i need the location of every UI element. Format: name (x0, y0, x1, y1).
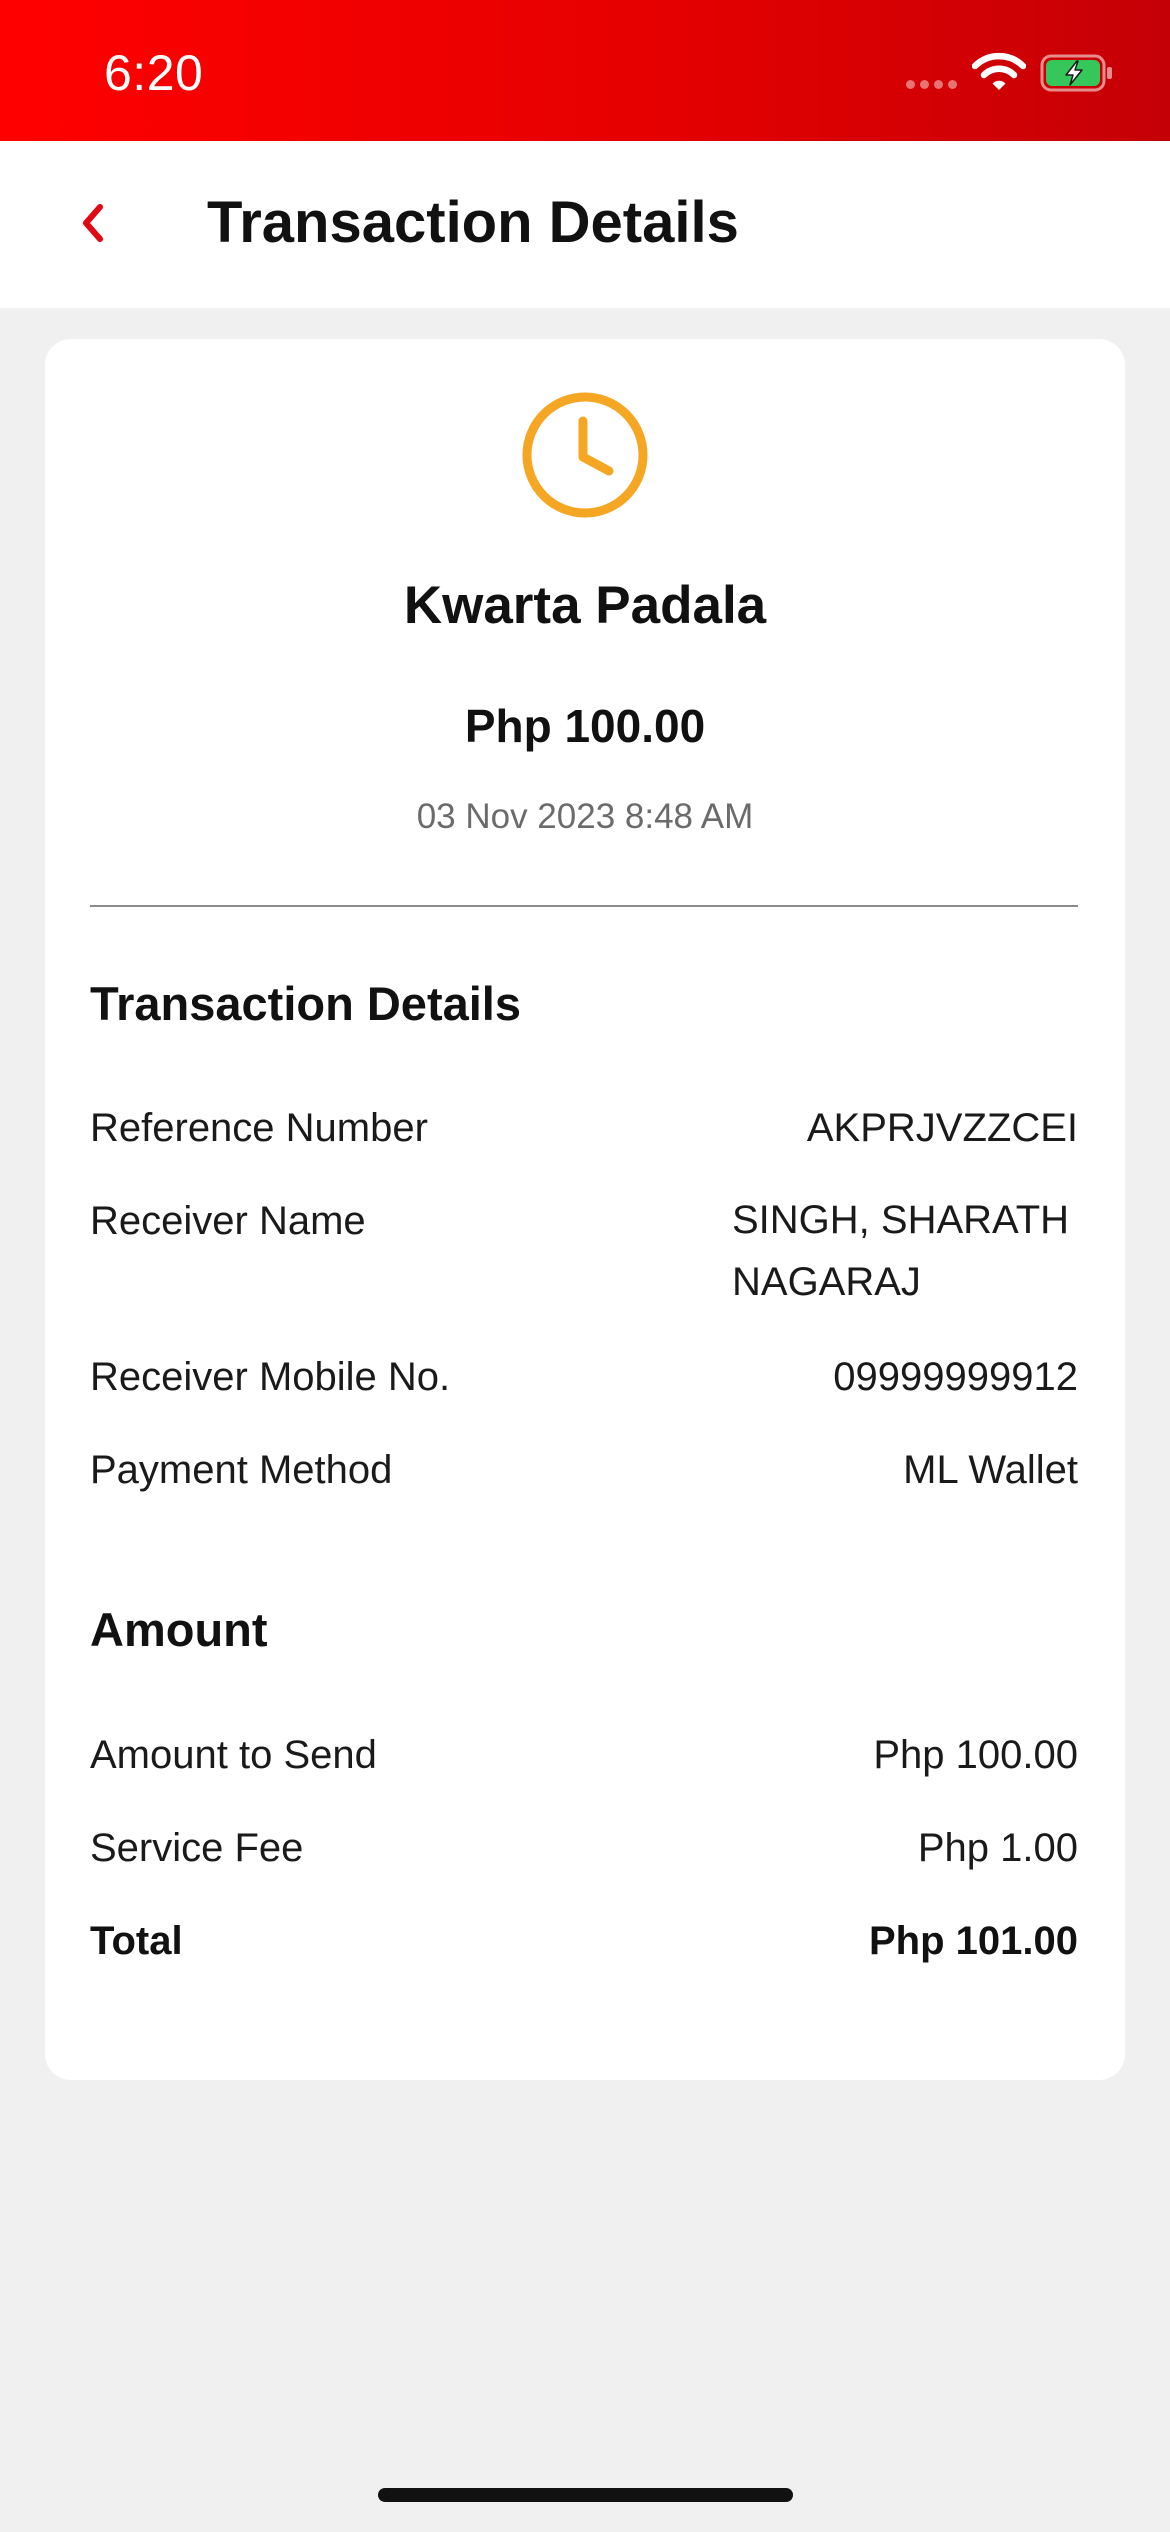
payment-method-label: Payment Method (90, 1448, 393, 1492)
status-bar: 6:20 (0, 0, 1170, 141)
chevron-left-icon (83, 204, 103, 242)
clock-icon (522, 392, 648, 518)
reference-number-value: AKPRJVZZCEI (806, 1106, 1078, 1150)
transaction-details-heading: Transaction Details (90, 977, 521, 1030)
signal-dots-icon (906, 80, 958, 90)
navigation-header: Transaction Details (0, 141, 1170, 308)
battery-charging-icon (1040, 54, 1112, 92)
receiver-mobile-label: Receiver Mobile No. (90, 1355, 451, 1399)
reference-number-label: Reference Number (90, 1106, 428, 1150)
amount-to-send-label: Amount to Send (90, 1733, 377, 1777)
wifi-icon (972, 52, 1026, 90)
transaction-date: 03 Nov 2023 8:48 AM (416, 797, 754, 836)
home-indicator[interactable] (378, 2488, 793, 2502)
receiver-mobile-value: 09999999912 (833, 1355, 1078, 1399)
status-time: 6:20 (104, 45, 204, 101)
payment-method-value: ML Wallet (903, 1448, 1078, 1492)
service-fee-label: Service Fee (90, 1826, 304, 1870)
transaction-details-screen: 6:20 Transaction Details Kwarta Padala P… (0, 0, 1170, 2532)
total-value: Php 101.00 (868, 1919, 1078, 1963)
back-button[interactable] (60, 191, 124, 255)
amount-to-send-value: Php 100.00 (873, 1733, 1078, 1777)
receiver-name-label: Receiver Name (90, 1199, 366, 1243)
amount-heading: Amount (90, 1603, 268, 1656)
receiver-name-value: SINGH, SHARATH NAGARAJ (732, 1198, 1070, 1304)
transaction-card: Kwarta Padala Php 100.00 03 Nov 2023 8:4… (45, 339, 1125, 2080)
transaction-amount: Php 100.00 (464, 700, 706, 752)
service-name: Kwarta Padala (403, 576, 767, 635)
service-fee-value: Php 1.00 (917, 1826, 1078, 1870)
page-title: Transaction Details (207, 190, 739, 255)
total-label: Total (90, 1919, 183, 1963)
divider (90, 905, 1078, 907)
